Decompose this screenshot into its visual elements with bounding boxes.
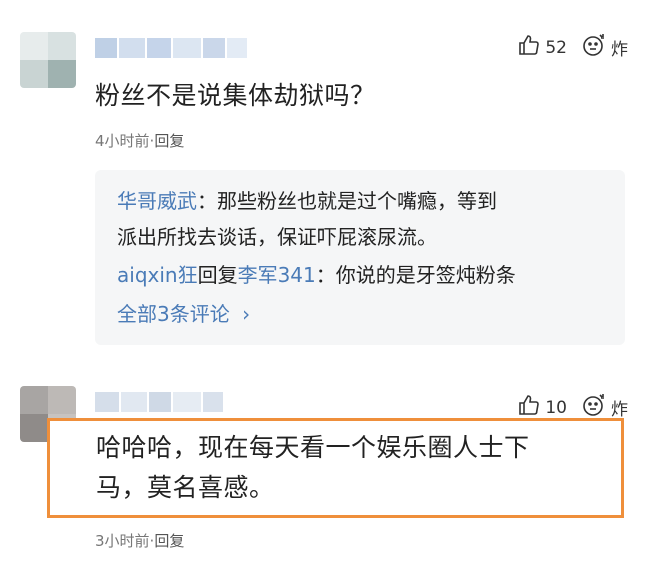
comment-meta: 4小时前·回复: [95, 130, 184, 151]
reply-username[interactable]: 华哥威武: [117, 189, 197, 213]
like-count: 10: [545, 397, 567, 418]
explode-label: 炸: [611, 40, 628, 60]
explode-button[interactable]: 炸: [581, 32, 628, 63]
like-count: 52: [545, 37, 567, 58]
username-blurred[interactable]: [95, 38, 247, 58]
thumbs-up-icon: [517, 33, 541, 62]
comment-text: 粉丝不是说集体劫狱吗？: [95, 81, 376, 110]
like-button[interactable]: 52: [517, 33, 567, 62]
reply-username[interactable]: aiqxin狂: [117, 263, 198, 287]
reply-button[interactable]: 回复: [154, 532, 184, 550]
reply-item: aiqxin狂回复李军341：你说的是牙签炖粉条: [117, 258, 516, 292]
comment-time: 4小时前: [95, 132, 150, 150]
reply-colon: ：: [315, 263, 336, 287]
comment-actions: 52 炸: [517, 32, 628, 63]
reply-colon: ：: [197, 189, 217, 213]
comment-1: 52 炸 粉丝不是说集体劫狱吗？ 4小时前·回复 华哥威武：那些粉丝也就是过个嘴…: [0, 0, 650, 360]
comment-text-line-1: 哈哈哈，现在每天看一个娱乐圈人士下: [96, 433, 530, 462]
explode-label: 炸: [611, 400, 628, 420]
comment-time: 3小时前: [95, 532, 150, 550]
reply-word: 回复: [197, 263, 238, 287]
highlight-box: 哈哈哈，现在每天看一个娱乐圈人士下 马，莫名喜感。: [47, 418, 624, 518]
reply-button[interactable]: 回复: [154, 132, 184, 150]
comment-text-line-2: 马，莫名喜感。: [96, 473, 275, 502]
reply-text: 你说的是牙签炖粉条: [335, 263, 516, 287]
comment-meta: 3小时前·回复: [95, 530, 184, 551]
all-replies-link[interactable]: 全部3条评论 ›: [117, 298, 250, 327]
all-replies-label: 全部3条评论: [117, 302, 230, 326]
explode-icon: [581, 32, 607, 63]
reply-text: 那些粉丝也就是过个嘴瘾，等到: [217, 189, 497, 213]
username-blurred[interactable]: [95, 392, 223, 412]
reply-target-username[interactable]: 李军341: [238, 263, 316, 287]
chevron-right-icon: ›: [242, 302, 251, 326]
replies-box: 华哥威武：那些粉丝也就是过个嘴瘾，等到 派出所找去谈话，保证吓屁滚尿流。 aiq…: [95, 170, 625, 345]
reply-item-continued: 派出所找去谈话，保证吓屁滚尿流。: [117, 225, 437, 249]
avatar[interactable]: [20, 32, 76, 88]
reply-item: 华哥威武：那些粉丝也就是过个嘴瘾，等到: [117, 184, 497, 218]
